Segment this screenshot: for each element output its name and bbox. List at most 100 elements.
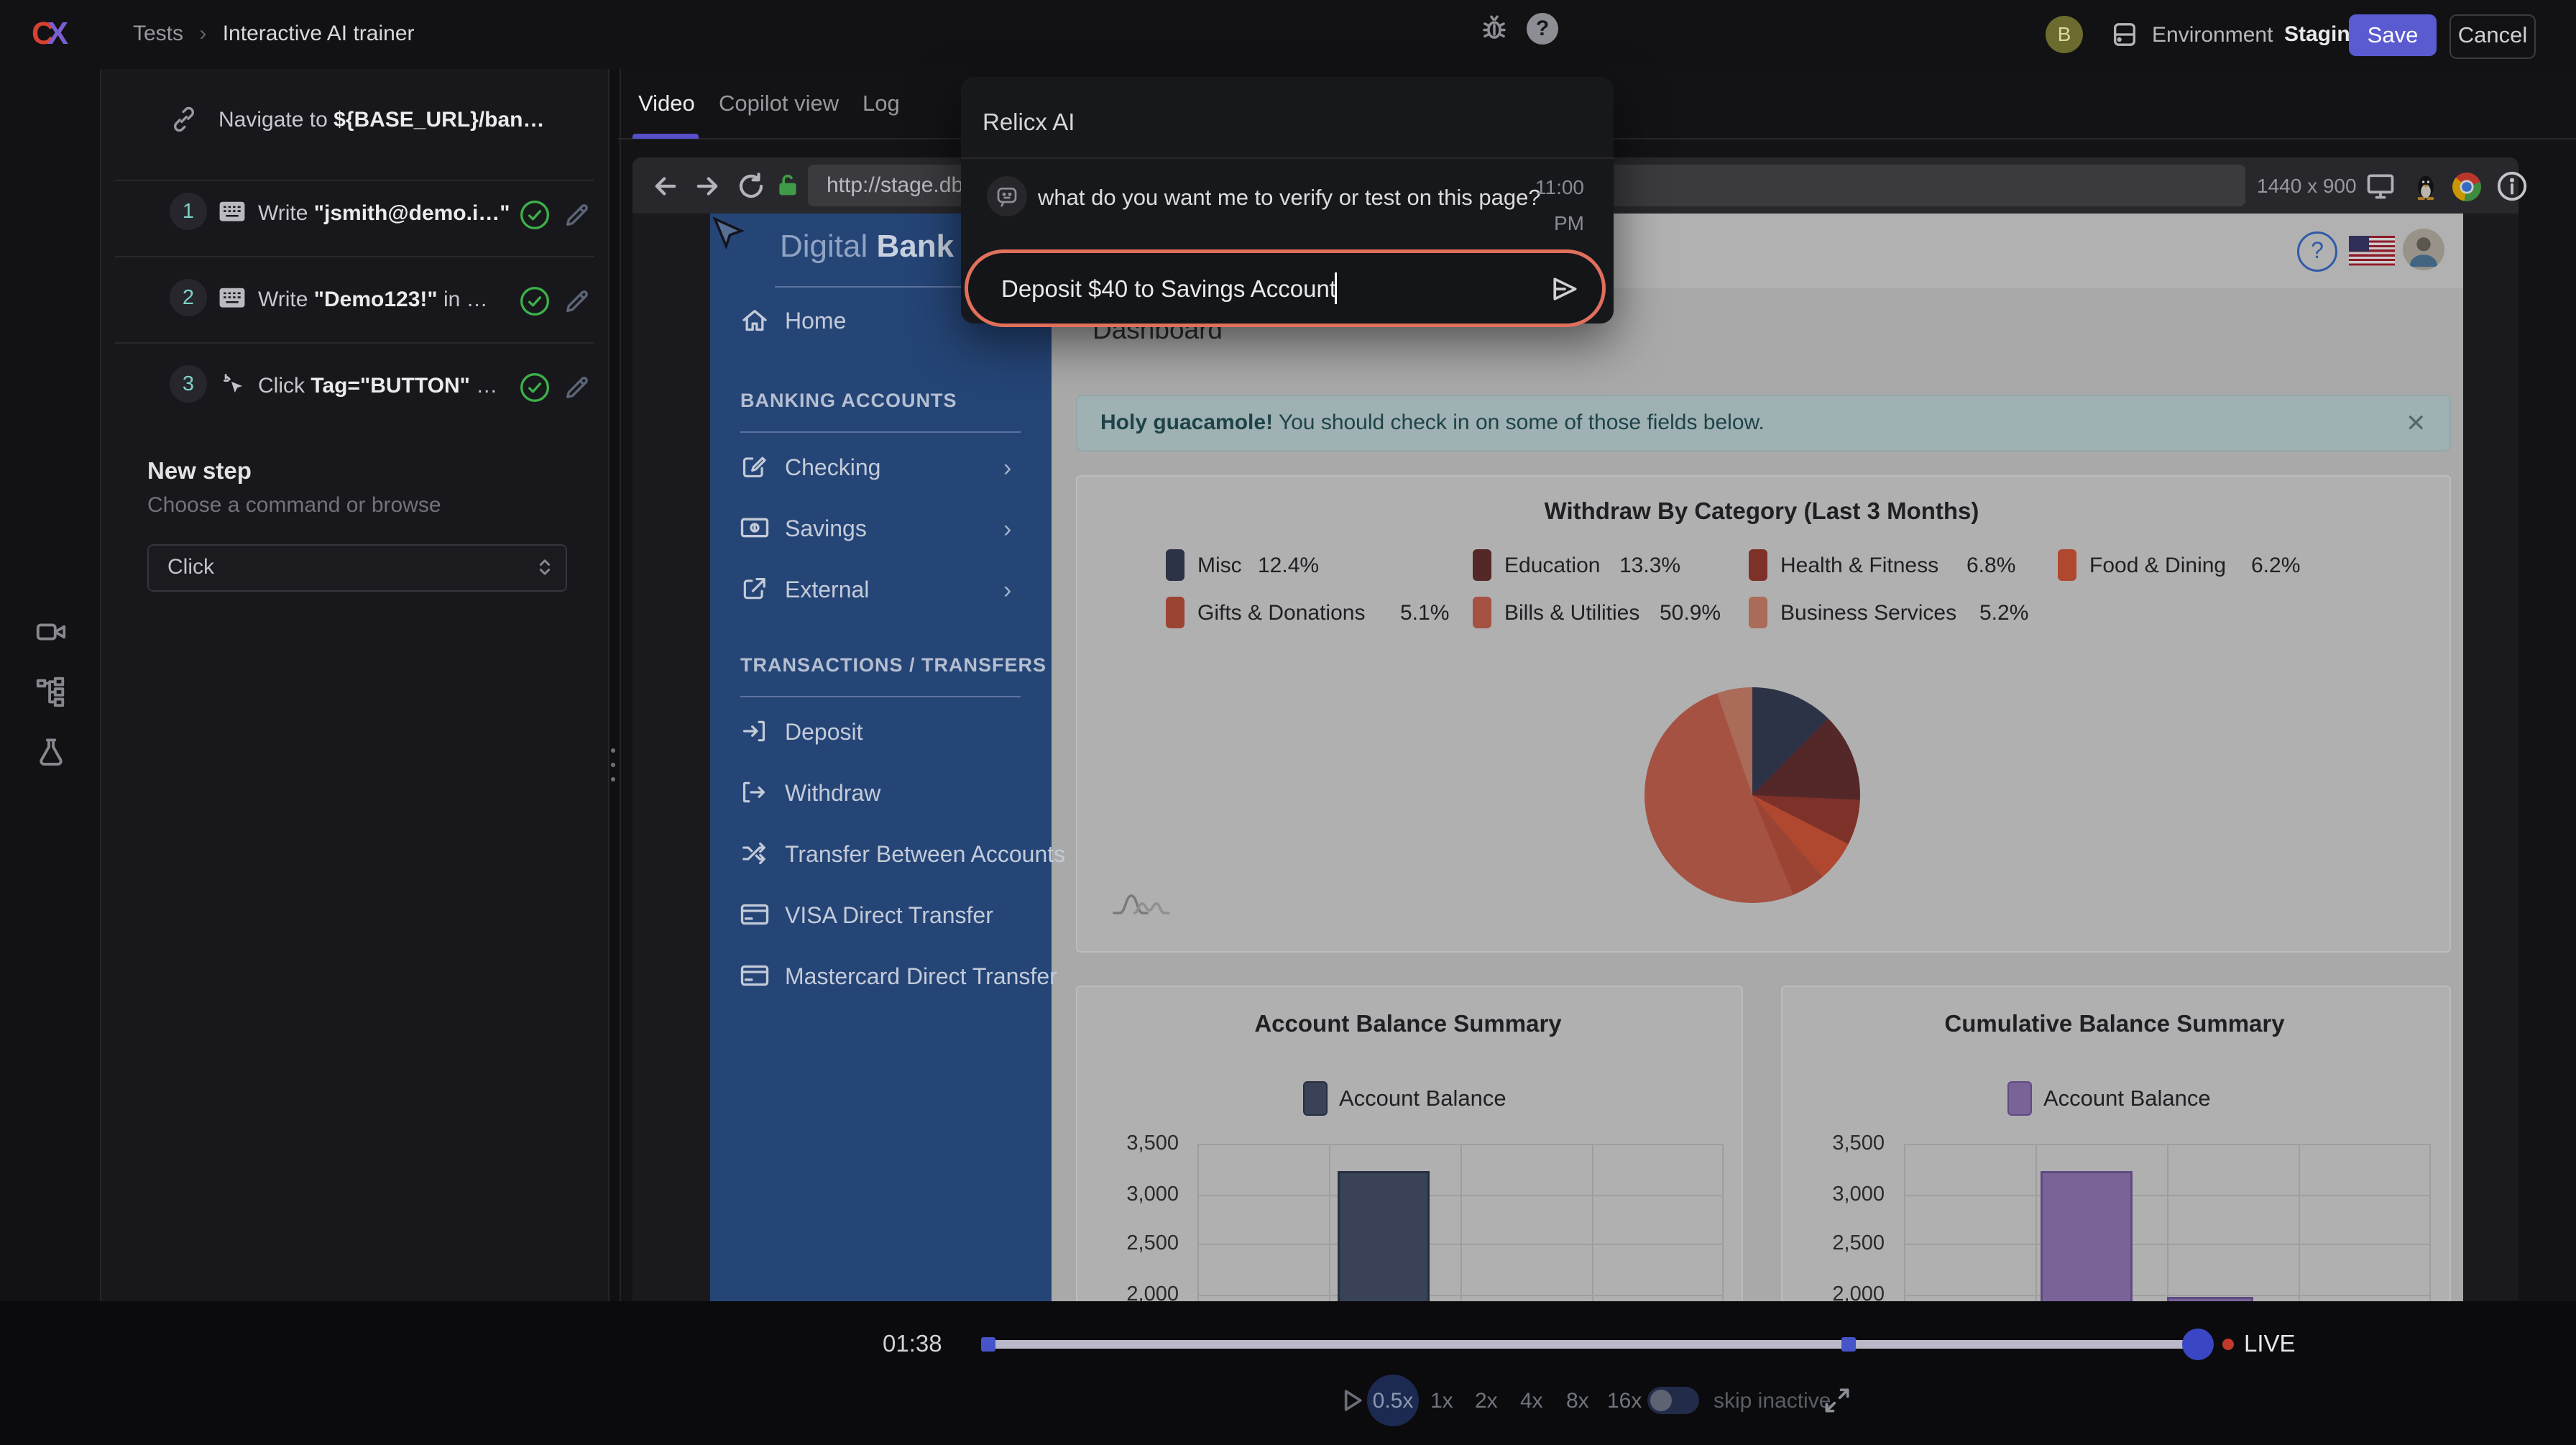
- play-button[interactable]: [1335, 1385, 1367, 1416]
- step-row-1[interactable]: 1 Write "jsmith@demo.i…": [101, 173, 608, 253]
- refresh-icon[interactable]: [736, 171, 766, 201]
- legend-swatch: [1166, 549, 1184, 581]
- legend-label: Food & Dining: [2089, 554, 2226, 578]
- legend-swatch: [1473, 597, 1491, 628]
- tab-log[interactable]: Log: [862, 91, 900, 116]
- skip-inactive-label[interactable]: skip inactive: [1714, 1389, 1831, 1413]
- bank-section-heading: TRANSACTIONS / TRANSFERS: [740, 654, 1046, 676]
- step-success-icon: [519, 199, 551, 231]
- bank-nav-label: Deposit: [785, 719, 863, 746]
- progress-marker[interactable]: [981, 1337, 995, 1352]
- alert-text: Holy guacamole! You should check in on s…: [1100, 410, 1765, 435]
- edit-step-icon[interactable]: [563, 373, 592, 402]
- bank-logo[interactable]: Digital Bank: [780, 229, 954, 265]
- text-caret: [1335, 272, 1337, 304]
- send-icon[interactable]: [1549, 273, 1581, 305]
- back-icon[interactable]: [650, 171, 681, 201]
- bank-nav-label: Checking: [785, 454, 880, 481]
- command-select[interactable]: Click: [147, 544, 567, 592]
- legend-label: Misc: [1197, 554, 1242, 578]
- click-icon: [221, 371, 248, 398]
- step-number: 3: [170, 365, 207, 403]
- navigate-step[interactable]: Navigate to ${BASE_URL}/ban…: [101, 86, 608, 155]
- speed-8x[interactable]: 8x: [1566, 1389, 1589, 1413]
- step-row-3[interactable]: 3 Click Tag="BUTTON" …: [101, 345, 608, 426]
- legend-swatch: [1166, 597, 1184, 628]
- url-text: http://stage.dba: [827, 173, 975, 198]
- legend-swatch: [1749, 549, 1767, 581]
- speed-2x[interactable]: 2x: [1475, 1389, 1498, 1413]
- forward-icon[interactable]: [692, 171, 722, 201]
- edit-step-icon[interactable]: [563, 287, 592, 316]
- cancel-button[interactable]: Cancel: [2450, 14, 2536, 59]
- monitor-icon[interactable]: [2365, 170, 2396, 202]
- page-help-icon[interactable]: ?: [2297, 231, 2337, 272]
- logo-x: X: [47, 16, 68, 51]
- step-row-2[interactable]: 2 Write "Demo123!" in …: [101, 259, 608, 339]
- linux-tux-icon: [2412, 173, 2439, 201]
- avatar[interactable]: B: [2046, 16, 2083, 53]
- edit-step-icon[interactable]: [563, 201, 592, 229]
- pie-chart[interactable]: [1644, 687, 1860, 903]
- chevron-right-icon: ›: [1003, 577, 1011, 605]
- speed-16x[interactable]: 16x: [1607, 1389, 1642, 1413]
- external-link-icon: [740, 575, 768, 602]
- gridline: [1592, 1144, 1593, 1327]
- speed-label: 0.5x: [1373, 1389, 1414, 1413]
- y-tick: 3,500: [1832, 1132, 1885, 1155]
- step-success-icon: [519, 372, 551, 403]
- flow-tree-icon[interactable]: [34, 676, 68, 709]
- player-scrubber-knob[interactable]: [2182, 1329, 2214, 1360]
- bank-nav-checking[interactable]: Checking ›: [710, 441, 1052, 492]
- sign-out-icon: [740, 779, 768, 806]
- legend-swatch: [2007, 1081, 2032, 1116]
- camera-icon[interactable]: [34, 615, 68, 648]
- legend-label: Health & Fitness: [1780, 554, 1938, 578]
- bug-icon[interactable]: [1479, 13, 1509, 43]
- relicx-input[interactable]: Deposit $40 to Savings Account: [965, 249, 1606, 327]
- divider: [115, 256, 594, 257]
- info-icon[interactable]: [2496, 170, 2529, 203]
- player-progress-track[interactable]: [981, 1340, 2203, 1349]
- bank-nav-label: Transfer Between Accounts: [785, 841, 1065, 868]
- bank-nav-deposit[interactable]: Deposit: [710, 706, 1052, 756]
- panel-resize-handle[interactable]: [608, 69, 621, 1445]
- user-avatar[interactable]: [2403, 229, 2444, 270]
- flask-icon[interactable]: [34, 736, 68, 769]
- tab-video[interactable]: Video: [638, 91, 695, 116]
- legend-swatch: [2058, 549, 2076, 581]
- speed-1x[interactable]: 1x: [1430, 1389, 1453, 1413]
- bank-nav-visa[interactable]: VISA Direct Transfer: [710, 889, 1052, 940]
- us-flag-icon[interactable]: [2349, 236, 2395, 266]
- gridline: [2299, 1144, 2300, 1327]
- app-logo[interactable]: CX: [32, 16, 68, 52]
- progress-marker[interactable]: [1841, 1337, 1856, 1352]
- gridline: [1722, 1144, 1724, 1327]
- divider: [775, 286, 988, 288]
- bank-nav-savings[interactable]: Savings ›: [710, 503, 1052, 553]
- speed-0-5x[interactable]: 0.5x: [1367, 1375, 1419, 1426]
- bank-nav-mastercard[interactable]: Mastercard Direct Transfer: [710, 950, 1052, 1001]
- drag-dots: [610, 745, 616, 788]
- chevron-right-icon: ›: [1003, 454, 1011, 482]
- step-label: Click Tag="BUTTON" …: [258, 374, 497, 398]
- expand-icon[interactable]: [1821, 1385, 1853, 1416]
- bank-nav-label: VISA Direct Transfer: [785, 902, 993, 929]
- new-step-title: New step: [147, 457, 252, 485]
- gridline: [1197, 1144, 1199, 1327]
- mouse-cursor-icon: [709, 214, 746, 252]
- bank-nav-withdraw[interactable]: Withdraw: [710, 767, 1052, 817]
- navigate-step-label: Navigate to ${BASE_URL}/ban…: [218, 108, 545, 132]
- relicx-ai-panel: Relicx AI what do you want me to verify …: [961, 77, 1614, 324]
- bank-nav-transfer[interactable]: Transfer Between Accounts: [710, 828, 1052, 879]
- breadcrumb-root[interactable]: Tests: [133, 22, 183, 45]
- lock-icon: [773, 171, 802, 200]
- legend-label: Education: [1504, 554, 1600, 578]
- bank-nav-external[interactable]: External ›: [710, 564, 1052, 614]
- save-button[interactable]: Save: [2349, 14, 2437, 56]
- tab-copilot-view[interactable]: Copilot view: [719, 91, 839, 116]
- help-icon[interactable]: ?: [1527, 13, 1558, 45]
- alert-close-icon[interactable]: ✕: [2406, 409, 2426, 438]
- speed-4x[interactable]: 4x: [1520, 1389, 1543, 1413]
- skip-inactive-toggle[interactable]: [1647, 1387, 1699, 1414]
